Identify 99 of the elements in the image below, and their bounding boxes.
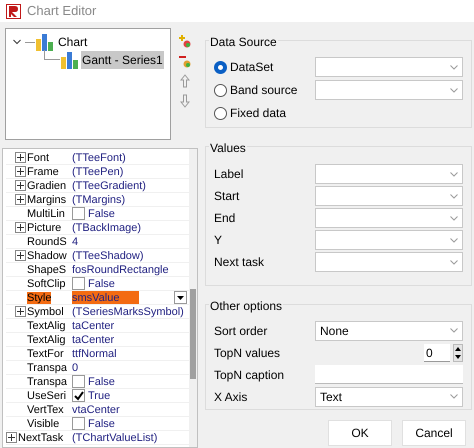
move-down-icon[interactable] — [180, 94, 190, 108]
property-value: 4 — [72, 234, 78, 248]
chevron-down-icon — [450, 328, 458, 333]
property-value: smsValue — [72, 290, 120, 304]
bar-chart-icon — [35, 33, 55, 51]
property-value: False — [88, 276, 115, 290]
property-value: fosRoundRectangle — [72, 262, 169, 276]
property-value: (TMargins) — [72, 192, 126, 206]
radio-button[interactable] — [214, 106, 227, 120]
checkbox[interactable] — [72, 417, 85, 430]
chevron-down-icon — [450, 172, 458, 176]
expand-plus-icon[interactable] — [15, 250, 26, 261]
chevron-down-icon — [450, 394, 458, 399]
window-title: Chart Editor — [27, 2, 96, 20]
chevron-down-icon — [450, 88, 458, 92]
property-value: (TSeriesMarksSymbol) — [72, 304, 184, 318]
property-name: Gradien — [27, 180, 66, 192]
radio-label[interactable]: Fixed data — [230, 104, 315, 122]
chevron-down-icon — [450, 216, 458, 220]
spin-field[interactable]: 0 — [424, 344, 450, 362]
property-name: Frame — [27, 166, 59, 178]
expand-plus-icon[interactable] — [15, 306, 26, 317]
property-value: (TTeePen) — [72, 164, 124, 178]
property-name: Picture — [27, 222, 62, 234]
property-name: TextAlig — [27, 334, 66, 346]
expand-plus-icon[interactable] — [15, 152, 26, 163]
property-name: Style — [27, 292, 52, 304]
checkbox[interactable] — [72, 207, 85, 220]
chevron-down-icon — [450, 238, 458, 242]
property-name: Transpa — [27, 362, 67, 374]
field-label: Y — [214, 232, 222, 249]
input-field[interactable] — [315, 365, 463, 384]
remove-series-icon[interactable] — [178, 54, 192, 68]
property-name: Visible — [27, 418, 60, 430]
caret-icon[interactable] — [177, 296, 184, 300]
property-value: False — [88, 416, 115, 430]
spin-buttons[interactable] — [453, 344, 463, 362]
field-label: X Axis — [214, 388, 248, 406]
property-value: False — [88, 374, 115, 388]
field-label: Label — [214, 166, 244, 183]
dialog-button[interactable]: OK — [328, 420, 392, 446]
expand-plus-icon[interactable] — [6, 432, 17, 443]
dropdown[interactable]: Text — [315, 386, 463, 406]
expand-chevron-icon[interactable] — [13, 38, 21, 46]
property-value: taCenter — [72, 318, 114, 332]
property-value: (TChartValueList) — [72, 430, 158, 444]
property-value: (TTeeGradient) — [72, 178, 146, 192]
add-series-icon[interactable] — [178, 34, 192, 48]
radio-label[interactable]: DataSet — [230, 58, 315, 76]
property-value: ttfNormal — [72, 346, 117, 360]
property-name: ShapeS — [27, 264, 66, 276]
field-label: Sort order — [214, 322, 268, 340]
property-value: False — [88, 206, 115, 220]
property-name: Transpa — [27, 376, 67, 388]
property-name: UseSeri — [27, 390, 66, 402]
property-value: (TTeeShadow) — [72, 248, 144, 262]
bar-chart-icon — [60, 51, 80, 69]
property-name: Font — [27, 152, 50, 164]
property-value: (TBackImage) — [72, 220, 142, 234]
field-label: Next task — [214, 254, 264, 271]
checkbox[interactable] — [72, 389, 85, 402]
property-name: RoundS — [27, 236, 67, 248]
chevron-down-icon — [450, 64, 458, 70]
move-up-icon[interactable] — [180, 74, 190, 88]
property-value: 0 — [72, 360, 78, 374]
property-name: MultiLin — [27, 208, 65, 220]
property-value: True — [88, 388, 110, 402]
field-label: TopN values — [214, 344, 280, 362]
property-name: TextFor — [27, 348, 64, 360]
checkbox[interactable] — [72, 375, 85, 388]
property-name: Shadow — [27, 250, 67, 262]
property-name: NextTask — [18, 432, 64, 444]
property-name: SoftClip — [27, 278, 66, 290]
property-value: vtaCenter — [72, 402, 120, 416]
radio-button[interactable] — [214, 60, 227, 74]
expand-plus-icon[interactable] — [15, 222, 26, 233]
property-name: Symbol — [27, 306, 64, 318]
checkbox[interactable] — [72, 277, 85, 290]
property-name: VertTex — [27, 404, 64, 416]
property-value: taCenter — [72, 332, 114, 346]
tree-item[interactable]: Chart — [57, 33, 88, 51]
expand-plus-icon[interactable] — [15, 194, 26, 205]
property-value: (TTeeFont) — [72, 150, 126, 164]
property-name: Margins — [27, 194, 66, 206]
field-label: TopN caption — [214, 366, 284, 384]
chevron-down-icon — [450, 260, 458, 264]
field-label: Start — [214, 188, 240, 205]
dropdown[interactable]: None — [315, 320, 463, 340]
expand-plus-icon[interactable] — [15, 180, 26, 191]
radio-label[interactable]: Band source — [230, 81, 315, 99]
expand-plus-icon[interactable] — [15, 166, 26, 177]
dialog-button[interactable]: Cancel — [402, 420, 466, 446]
field-label: End — [214, 210, 236, 227]
app-logo-icon — [6, 4, 21, 18]
property-name: TextAlig — [27, 320, 66, 332]
scrollbar[interactable] — [189, 149, 197, 447]
tree-item[interactable]: Gantt - Series1 — [81, 51, 164, 69]
chevron-down-icon — [450, 194, 458, 198]
radio-button[interactable] — [214, 84, 227, 96]
